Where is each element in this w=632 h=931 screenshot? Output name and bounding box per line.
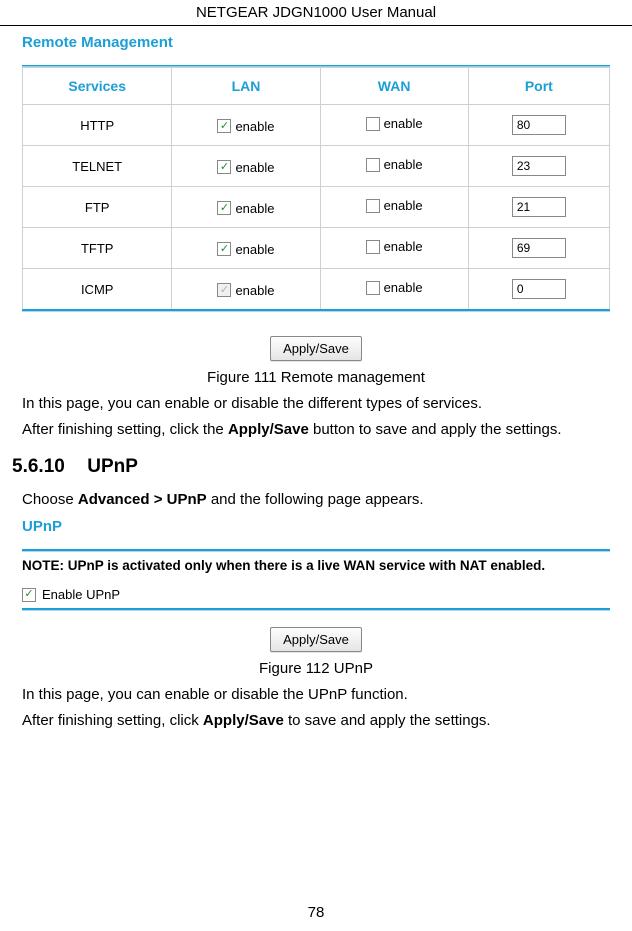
lan-enable-label: enable <box>235 283 274 298</box>
choose-bold: Advanced > UPnP <box>78 491 207 508</box>
apply-save-button-upnp[interactable]: Apply/Save <box>270 627 362 652</box>
col-port: Port <box>468 68 609 105</box>
upnp-description-2: After finishing setting, click Apply/Sav… <box>22 709 610 733</box>
remote-text2-pre: After finishing setting, click the <box>22 421 228 438</box>
remote-description-2: After finishing setting, click the Apply… <box>22 418 610 442</box>
upnp-choose-text: Choose Advanced > UPnP and the following… <box>22 488 610 512</box>
wan-enable-label: enable <box>384 116 423 131</box>
port-cell: 80 <box>468 105 609 146</box>
service-cell: FTP <box>23 187 172 228</box>
page-title: NETGEAR JDGN1000 User Manual <box>196 4 436 21</box>
wan-enable-checkbox[interactable] <box>366 281 380 295</box>
apply-save-button-remote[interactable]: Apply/Save <box>270 336 362 361</box>
enable-upnp-row: ✓ Enable UPnP <box>22 587 610 602</box>
lan-cell: ✓ enable <box>172 269 320 310</box>
upnp-text2-bold: Apply/Save <box>203 712 284 729</box>
remote-management-title: Remote Management <box>22 34 610 51</box>
wan-cell: enable <box>320 228 468 269</box>
table-row: FTP ✓ enable enable 21 <box>23 187 610 228</box>
upnp-subtitle: UPnP <box>22 518 610 535</box>
col-lan: LAN <box>172 68 320 105</box>
table-row: ICMP ✓ enable enable 0 <box>23 269 610 310</box>
remote-text2-post: button to save and apply the settings. <box>309 421 562 438</box>
table-header-row: Services LAN WAN Port <box>23 68 610 105</box>
upnp-text2-pre: After finishing setting, click <box>22 712 203 729</box>
port-input[interactable]: 69 <box>512 238 566 258</box>
col-services: Services <box>23 68 172 105</box>
upnp-text2-post: to save and apply the settings. <box>284 712 491 729</box>
choose-pre: Choose <box>22 491 78 508</box>
service-cell: TFTP <box>23 228 172 269</box>
port-cell: 0 <box>468 269 609 310</box>
port-input[interactable]: 21 <box>512 197 566 217</box>
upnp-top-rule <box>22 549 610 552</box>
enable-upnp-label: Enable UPnP <box>42 587 120 602</box>
lan-enable-checkbox: ✓ <box>217 283 231 297</box>
wan-enable-checkbox[interactable] <box>366 117 380 131</box>
wan-cell: enable <box>320 269 468 310</box>
figure-112-caption: Figure 112 UPnP <box>22 660 610 677</box>
port-input[interactable]: 23 <box>512 156 566 176</box>
service-cell: TELNET <box>23 146 172 187</box>
section-5-6-10-heading: 5.6.10 UPnP <box>12 456 610 478</box>
port-cell: 69 <box>468 228 609 269</box>
col-wan: WAN <box>320 68 468 105</box>
figure-111-caption: Figure 111 Remote management <box>22 369 610 386</box>
section-number: 5.6.10 <box>12 456 82 478</box>
lan-enable-label: enable <box>235 119 274 134</box>
lan-cell: ✓ enable <box>172 187 320 228</box>
wan-enable-label: enable <box>384 157 423 172</box>
wan-enable-label: enable <box>384 280 423 295</box>
remote-text2-bold: Apply/Save <box>228 421 309 438</box>
table-row: HTTP ✓ enable enable 80 <box>23 105 610 146</box>
lan-enable-checkbox[interactable]: ✓ <box>217 119 231 133</box>
lan-enable-label: enable <box>235 201 274 216</box>
table-row: TFTP ✓ enable enable 69 <box>23 228 610 269</box>
port-input[interactable]: 80 <box>512 115 566 135</box>
port-cell: 23 <box>468 146 609 187</box>
page-number: 78 <box>0 904 632 921</box>
lan-enable-checkbox[interactable]: ✓ <box>217 242 231 256</box>
page-content: Remote Management Services LAN WAN Port … <box>0 26 632 733</box>
lan-enable-checkbox[interactable]: ✓ <box>217 160 231 174</box>
wan-cell: enable <box>320 146 468 187</box>
lan-enable-label: enable <box>235 242 274 257</box>
wan-enable-label: enable <box>384 198 423 213</box>
upnp-note: NOTE: UPnP is activated only when there … <box>22 558 610 573</box>
service-cell: HTTP <box>23 105 172 146</box>
port-cell: 21 <box>468 187 609 228</box>
wan-enable-checkbox[interactable] <box>366 240 380 254</box>
upnp-description-1: In this page, you can enable or disable … <box>22 683 610 707</box>
lan-cell: ✓ enable <box>172 228 320 269</box>
table-row: TELNET ✓ enable enable 23 <box>23 146 610 187</box>
lan-cell: ✓ enable <box>172 105 320 146</box>
lan-enable-label: enable <box>235 160 274 175</box>
lan-enable-checkbox[interactable]: ✓ <box>217 201 231 215</box>
wan-cell: enable <box>320 187 468 228</box>
wan-enable-checkbox[interactable] <box>366 199 380 213</box>
remote-management-table: Services LAN WAN Port HTTP ✓ enable enable 8… <box>22 67 610 310</box>
wan-enable-checkbox[interactable] <box>366 158 380 172</box>
service-cell: ICMP <box>23 269 172 310</box>
page-header: NETGEAR JDGN1000 User Manual <box>0 0 632 26</box>
choose-post: and the following page appears. <box>207 491 424 508</box>
remote-description-1: In this page, you can enable or disable … <box>22 392 610 416</box>
enable-upnp-checkbox[interactable]: ✓ <box>22 588 36 602</box>
upnp-bottom-rule <box>22 608 610 611</box>
port-input[interactable]: 0 <box>512 279 566 299</box>
lan-cell: ✓ enable <box>172 146 320 187</box>
section-name: UPnP <box>87 456 138 477</box>
wan-cell: enable <box>320 105 468 146</box>
wan-enable-label: enable <box>384 239 423 254</box>
